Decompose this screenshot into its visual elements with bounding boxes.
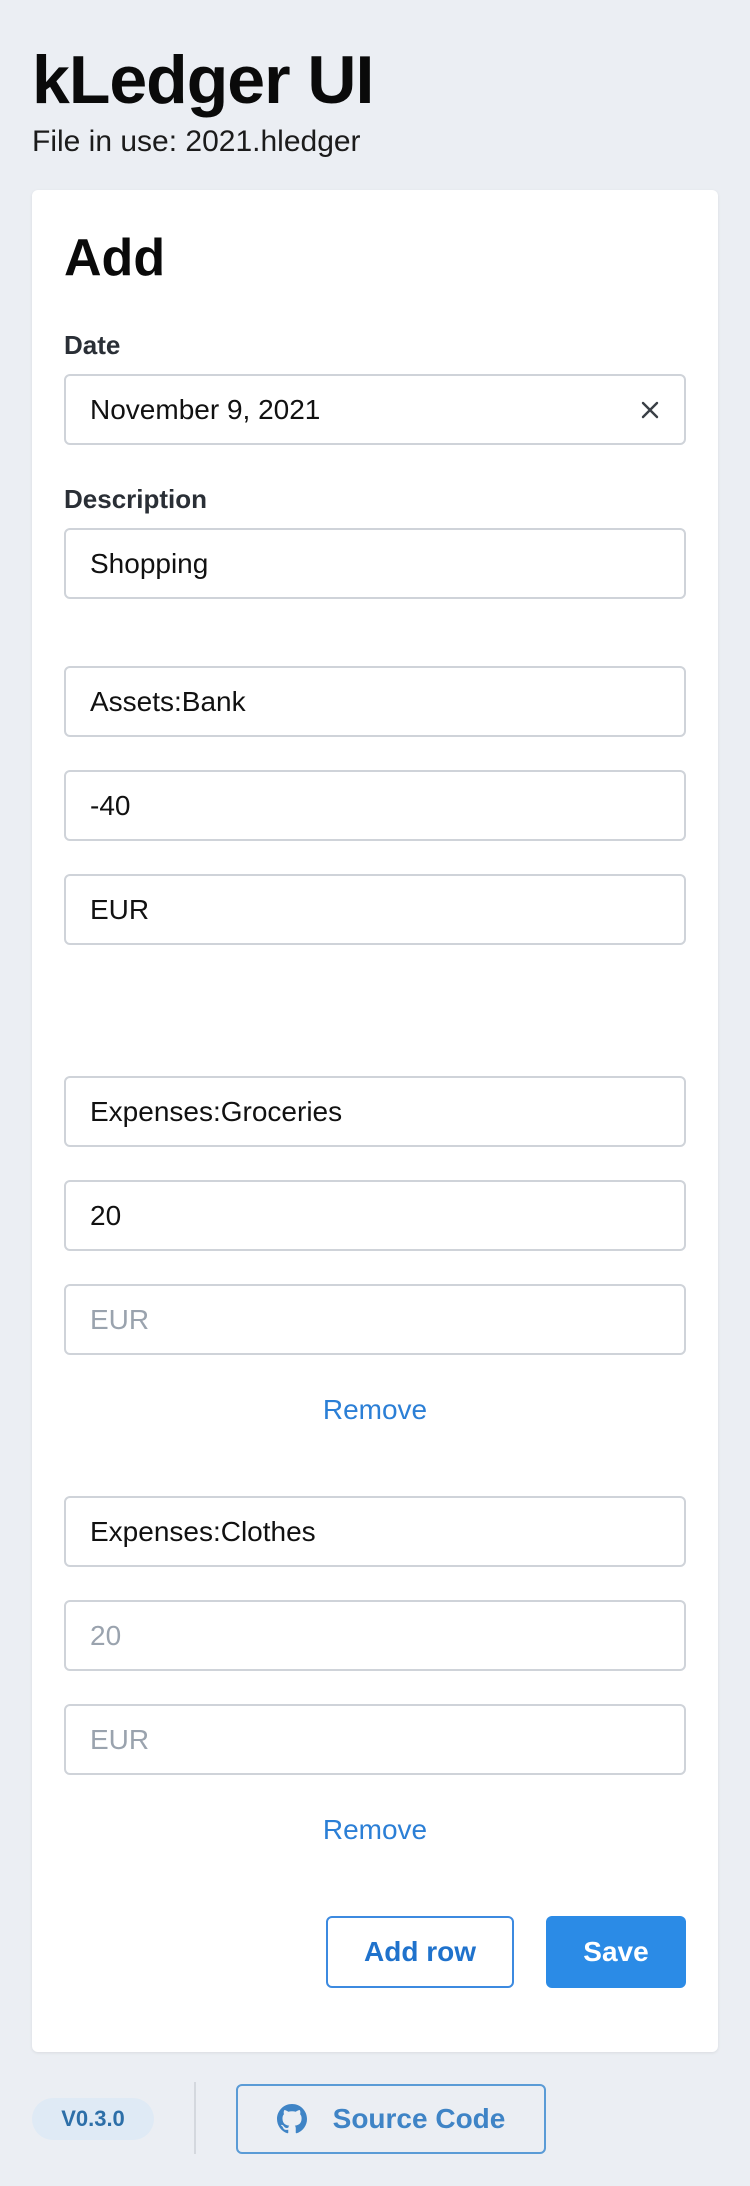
file-in-use-text: File in use: 2021.hledger: [32, 125, 361, 158]
posting-2-account-field[interactable]: [64, 1076, 686, 1147]
description-label: Description: [64, 484, 208, 514]
description-field[interactable]: [64, 528, 686, 599]
app-title: kLedger UI: [32, 42, 374, 118]
add-row-button[interactable]: Add row: [326, 1916, 514, 1988]
source-code-button[interactable]: Source Code: [236, 2084, 546, 2154]
account-input[interactable]: [66, 1498, 684, 1565]
remove-posting-2-button[interactable]: Remove: [32, 1392, 718, 1428]
amount-input[interactable]: [66, 1182, 684, 1249]
posting-1-commodity-field[interactable]: [64, 874, 686, 945]
github-icon: [276, 2104, 307, 2134]
close-icon: [641, 401, 659, 419]
posting-3-commodity-field[interactable]: [64, 1704, 686, 1775]
remove-posting-3-button[interactable]: Remove: [32, 1812, 718, 1848]
save-button[interactable]: Save: [546, 1916, 686, 1988]
posting-3-amount-field[interactable]: [64, 1600, 686, 1671]
amount-input[interactable]: [66, 1602, 684, 1669]
amount-input[interactable]: [66, 772, 684, 839]
date-label: Date: [64, 330, 121, 360]
source-code-label: Source Code: [332, 2103, 506, 2134]
date-field[interactable]: [64, 374, 686, 445]
add-transaction-card: Add Date Description Remove: [32, 190, 718, 2052]
clear-date-button[interactable]: [632, 392, 668, 428]
account-input[interactable]: [66, 1078, 684, 1145]
posting-2-amount-field[interactable]: [64, 1180, 686, 1251]
account-input[interactable]: [66, 668, 684, 735]
posting-2-commodity-field[interactable]: [64, 1284, 686, 1355]
date-input[interactable]: [66, 376, 684, 443]
commodity-input[interactable]: [66, 1706, 684, 1773]
description-input[interactable]: [66, 530, 684, 597]
commodity-input[interactable]: [66, 876, 684, 943]
version-badge: V0.3.0: [32, 2098, 154, 2140]
posting-3-account-field[interactable]: [64, 1496, 686, 1567]
posting-1-account-field[interactable]: [64, 666, 686, 737]
commodity-input[interactable]: [66, 1286, 684, 1353]
footer-divider: [194, 2082, 196, 2154]
posting-1-amount-field[interactable]: [64, 770, 686, 841]
form-title: Add: [64, 229, 166, 287]
